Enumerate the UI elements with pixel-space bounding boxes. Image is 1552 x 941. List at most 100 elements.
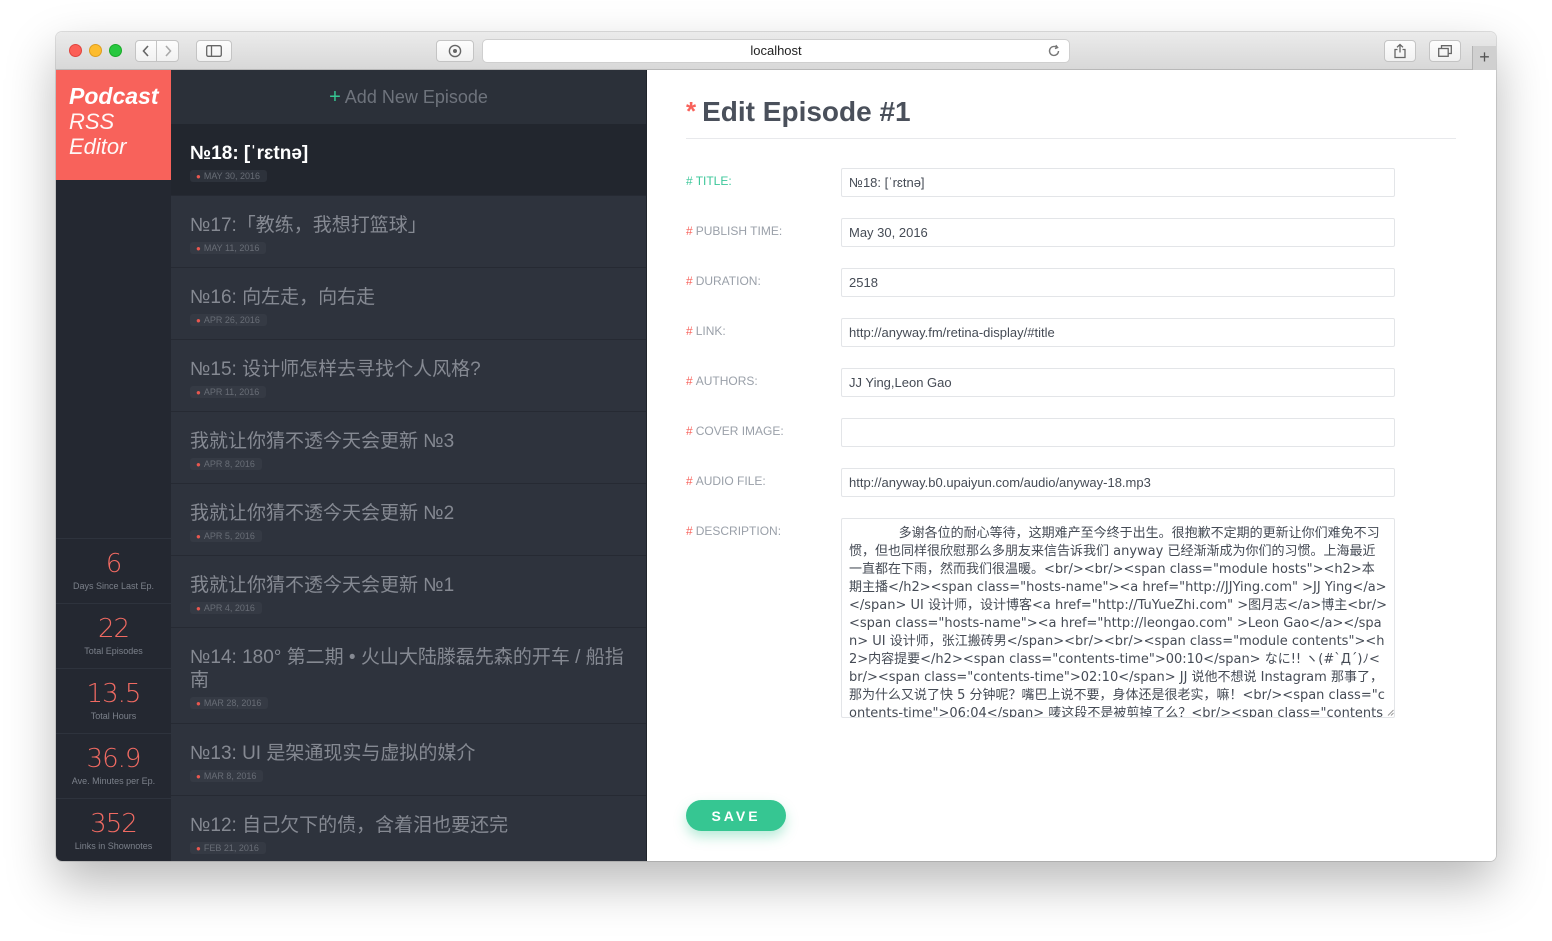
- stat-label: Total Episodes: [84, 646, 143, 656]
- episode-title: №12: 自己欠下的债，含着泪也要还完: [190, 815, 509, 836]
- episode-date: MAR 28, 2016: [203, 698, 262, 708]
- tabs-overview-button[interactable]: [1429, 40, 1461, 62]
- episode-date: APR 26, 2016: [203, 315, 260, 325]
- reload-icon[interactable]: [1047, 44, 1061, 58]
- stat-total-hours: 13.5 Total Hours: [56, 668, 171, 733]
- sidebar-toggle-button[interactable]: [196, 40, 232, 62]
- extension-button[interactable]: [436, 40, 474, 62]
- stat-value: 36.9: [86, 744, 142, 774]
- bullet-icon: ●: [196, 316, 201, 325]
- episode-title: 我就让你猜不透今天会更新 №1: [190, 575, 455, 596]
- audio-file-input[interactable]: [841, 468, 1395, 497]
- episode-item[interactable]: 我就让你猜不透今天会更新 №3 ● APR 8, 2016: [171, 412, 646, 484]
- field-label: # TITLE:: [686, 174, 732, 188]
- stat-value: 13.5: [86, 679, 142, 709]
- field-label-text: DURATION:: [695, 274, 761, 288]
- episode-date: MAY 30, 2016: [203, 171, 261, 181]
- episode-date-badge: ● MAR 28, 2016: [190, 697, 269, 709]
- save-button[interactable]: SAVE: [686, 800, 786, 831]
- episode-date-badge: ● MAY 30, 2016: [190, 170, 268, 182]
- field-label-text: PUBLISH TIME:: [695, 224, 783, 238]
- episode-title: №14: 180° 第二期 • 火山大陆滕磊先森的开车 / 船指南: [190, 647, 624, 691]
- episode-item[interactable]: №13: UI 是架通现实与虚拟的媒介 ● MAR 8, 2016: [171, 724, 646, 796]
- episode-date-badge: ● APR 5, 2016: [190, 530, 262, 542]
- stat-days-since-last: 6 Days Since Last Ep.: [56, 538, 171, 603]
- link-input[interactable]: [841, 318, 1395, 347]
- resize-grip-icon[interactable]: [1387, 709, 1394, 716]
- logo-line-1: Podcast: [69, 83, 159, 109]
- app-logo[interactable]: Podcast RSS Editor: [56, 70, 171, 180]
- episode-title: №18: [ˈrɛtnə]: [190, 143, 309, 164]
- browser-titlebar: localhost +: [56, 32, 1496, 70]
- stats-rail: Podcast RSS Editor 6 Days Since Last Ep.…: [56, 70, 171, 861]
- duration-input[interactable]: [841, 268, 1395, 297]
- episode-item[interactable]: №16: 向左走，向右走 ● APR 26, 2016: [171, 268, 646, 340]
- minimize-window-button[interactable]: [89, 44, 102, 57]
- zoom-window-button[interactable]: [109, 44, 122, 57]
- episode-item[interactable]: №18: [ˈrɛtnə] ● MAY 30, 2016: [171, 124, 646, 196]
- address-text: localhost: [750, 43, 802, 58]
- episode-item[interactable]: №15: 设计师怎样去寻找个人风格? ● APR 11, 2016: [171, 340, 646, 412]
- stat-label: Links in Shownotes: [74, 841, 153, 851]
- stat-value: 6: [105, 549, 123, 579]
- description-textarea[interactable]: 多谢各位的耐心等待，这期难产至今终于出生。很抱歉不定期的更新让你们难免不习惯，但…: [841, 518, 1395, 718]
- forward-button[interactable]: [157, 40, 179, 62]
- stats-list: 6 Days Since Last Ep. 22 Total Episodes …: [56, 538, 171, 861]
- hash-icon: #: [686, 324, 693, 338]
- cover-image-input[interactable]: [841, 418, 1395, 447]
- episode-date-badge: ● FEB 21, 2016: [190, 842, 266, 854]
- logo-line-2: RSS: [69, 109, 115, 134]
- stat-value: 352: [90, 809, 138, 839]
- episode-item[interactable]: №17:「教练，我想打篮球」 ● MAY 11, 2016: [171, 196, 646, 268]
- asterisk-icon: *: [686, 96, 697, 126]
- add-new-episode-label: Add New Episode: [344, 87, 488, 107]
- episode-date-badge: ● APR 26, 2016: [190, 314, 267, 326]
- close-window-button[interactable]: [69, 44, 82, 57]
- episode-item[interactable]: №14: 180° 第二期 • 火山大陆滕磊先森的开车 / 船指南 ● MAR 2…: [171, 628, 646, 724]
- field-label: # AUDIO FILE:: [686, 474, 766, 488]
- share-button[interactable]: [1384, 40, 1416, 62]
- page-title: Edit Episode #1: [702, 96, 911, 127]
- episode-title: №15: 设计师怎样去寻找个人风格?: [190, 359, 481, 380]
- hash-icon: #: [686, 174, 693, 188]
- episode-date-badge: ● APR 4, 2016: [190, 602, 262, 614]
- stat-ave-minutes: 36.9 Ave. Minutes per Ep.: [56, 733, 171, 798]
- episode-title: №16: 向左走，向右走: [190, 287, 376, 308]
- episode-item[interactable]: №12: 自己欠下的债，含着泪也要还完 ● FEB 21, 2016: [171, 796, 646, 861]
- stat-value: 22: [97, 614, 130, 644]
- field-label: # PUBLISH TIME:: [686, 224, 782, 238]
- back-button[interactable]: [135, 40, 157, 62]
- bullet-icon: ●: [196, 388, 201, 397]
- bullet-icon: ●: [196, 244, 201, 253]
- episode-item[interactable]: 我就让你猜不透今天会更新 №1 ● APR 4, 2016: [171, 556, 646, 628]
- stat-label: Ave. Minutes per Ep.: [71, 776, 156, 786]
- bullet-icon: ●: [196, 604, 201, 613]
- stat-label: Total Hours: [90, 711, 137, 721]
- stat-label: Days Since Last Ep.: [72, 581, 155, 591]
- episode-date-badge: ● MAR 8, 2016: [190, 770, 264, 782]
- editor-header: * Edit Episode #1: [686, 96, 1456, 139]
- address-bar[interactable]: localhost: [482, 39, 1070, 63]
- episode-date-badge: ● MAY 11, 2016: [190, 242, 267, 254]
- add-new-episode-button[interactable]: + Add New Episode: [171, 70, 646, 124]
- hash-icon: #: [686, 424, 693, 438]
- bullet-icon: ●: [196, 172, 201, 181]
- hash-icon: #: [686, 274, 693, 288]
- podcast-app: Podcast RSS Editor 6 Days Since Last Ep.…: [56, 70, 1496, 861]
- browser-window: localhost + Podcast RSS Editor 6 Days Si…: [56, 32, 1496, 861]
- episode-date-badge: ● APR 8, 2016: [190, 458, 262, 470]
- episode-title: №13: UI 是架通现实与虚拟的媒介: [190, 743, 476, 764]
- new-tab-button[interactable]: +: [1472, 46, 1496, 70]
- refresh-shield-icon: [448, 44, 462, 58]
- episode-date: APR 4, 2016: [203, 603, 255, 613]
- title-input[interactable]: [841, 168, 1395, 197]
- publish-time-input[interactable]: [841, 218, 1395, 247]
- hash-icon: #: [686, 374, 693, 388]
- tabs-icon: [1438, 45, 1452, 57]
- logo-line-3: Editor: [69, 134, 127, 159]
- hash-icon: #: [686, 474, 693, 488]
- authors-input[interactable]: [841, 368, 1395, 397]
- episode-editor: *Edit Episode #1 #TITLE: #PUBLISH TIME: …: [647, 70, 1496, 861]
- episode-item[interactable]: 我就让你猜不透今天会更新 №2 ● APR 5, 2016: [171, 484, 646, 556]
- bullet-icon: ●: [196, 772, 201, 781]
